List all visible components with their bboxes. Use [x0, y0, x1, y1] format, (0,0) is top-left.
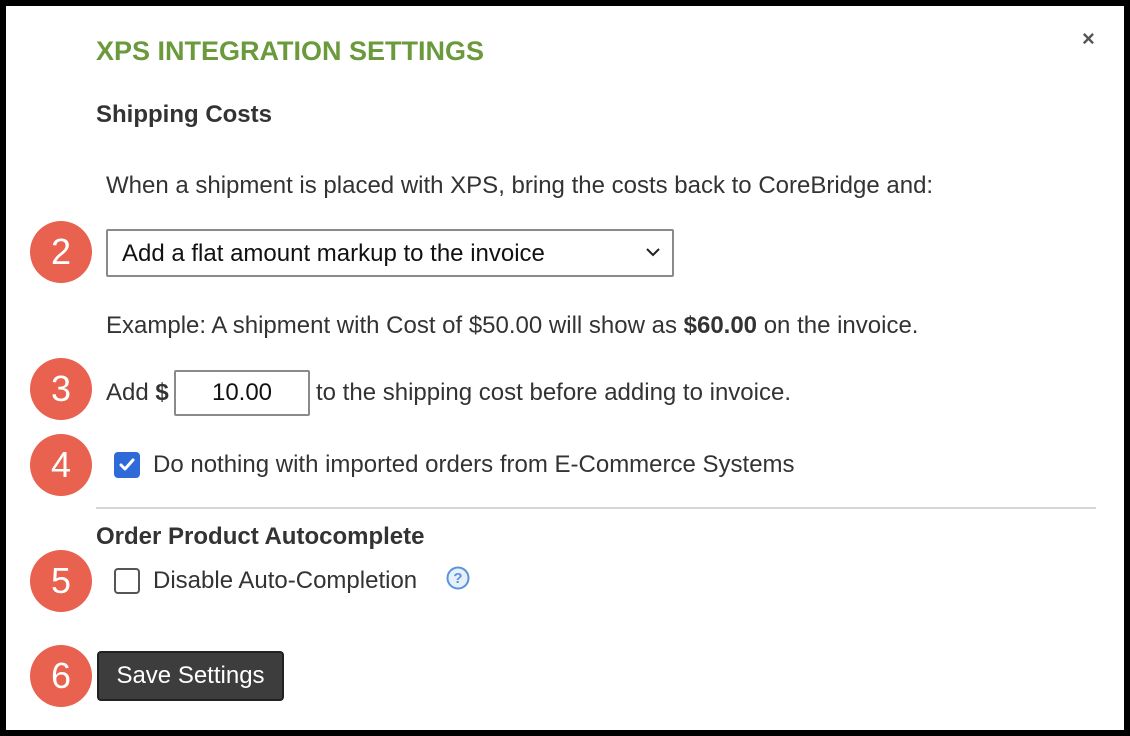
example-amount: $60.00 — [683, 312, 758, 339]
autocomplete-heading: Order Product Autocomplete — [96, 523, 425, 550]
svg-text:?: ? — [453, 570, 462, 587]
disable-autocompletion-label[interactable]: Disable Auto-Completion — [153, 567, 417, 595]
markup-amount-input[interactable] — [174, 370, 310, 416]
example-prefix: Example: A shipment with Cost of $50.00 … — [106, 312, 684, 339]
disable-autocompletion-checkbox[interactable] — [114, 568, 140, 594]
close-icon[interactable]: × — [1082, 28, 1095, 50]
example-text: Example: A shipment with Cost of $50.00 … — [106, 312, 918, 340]
step-marker-4: 4 — [30, 434, 92, 496]
shipping-costs-intro: When a shipment is placed with XPS, brin… — [106, 172, 934, 199]
step-marker-5: 5 — [30, 550, 92, 612]
step-marker-3: 3 — [30, 358, 92, 420]
chevron-down-icon — [644, 243, 662, 266]
save-settings-button[interactable]: Save Settings — [97, 651, 284, 701]
ecommerce-do-nothing-label[interactable]: Do nothing with imported orders from E-C… — [153, 451, 795, 479]
checkmark-icon — [119, 458, 135, 471]
dialog-title: XPS INTEGRATION SETTINGS — [96, 36, 485, 66]
example-suffix: on the invoice. — [757, 312, 919, 339]
markup-add-label: Add — [106, 379, 156, 406]
shipping-cost-mode-select[interactable]: Add a flat amount markup to the invoice — [106, 229, 674, 277]
markup-prefix: Add $ — [106, 379, 169, 407]
ecommerce-do-nothing-checkbox[interactable] — [114, 452, 140, 478]
section-divider — [96, 507, 1096, 509]
shipping-costs-heading: Shipping Costs — [96, 101, 272, 128]
markup-currency: $ — [155, 379, 169, 406]
question-circle-icon[interactable]: ? — [446, 566, 470, 590]
step-marker-2: 2 — [30, 221, 92, 283]
markup-suffix: to the shipping cost before adding to in… — [316, 379, 791, 406]
step-marker-6: 6 — [30, 645, 92, 707]
shipping-cost-mode-value: Add a flat amount markup to the invoice — [122, 240, 545, 267]
settings-dialog: XPS INTEGRATION SETTINGS × Shipping Cost… — [6, 6, 1124, 730]
